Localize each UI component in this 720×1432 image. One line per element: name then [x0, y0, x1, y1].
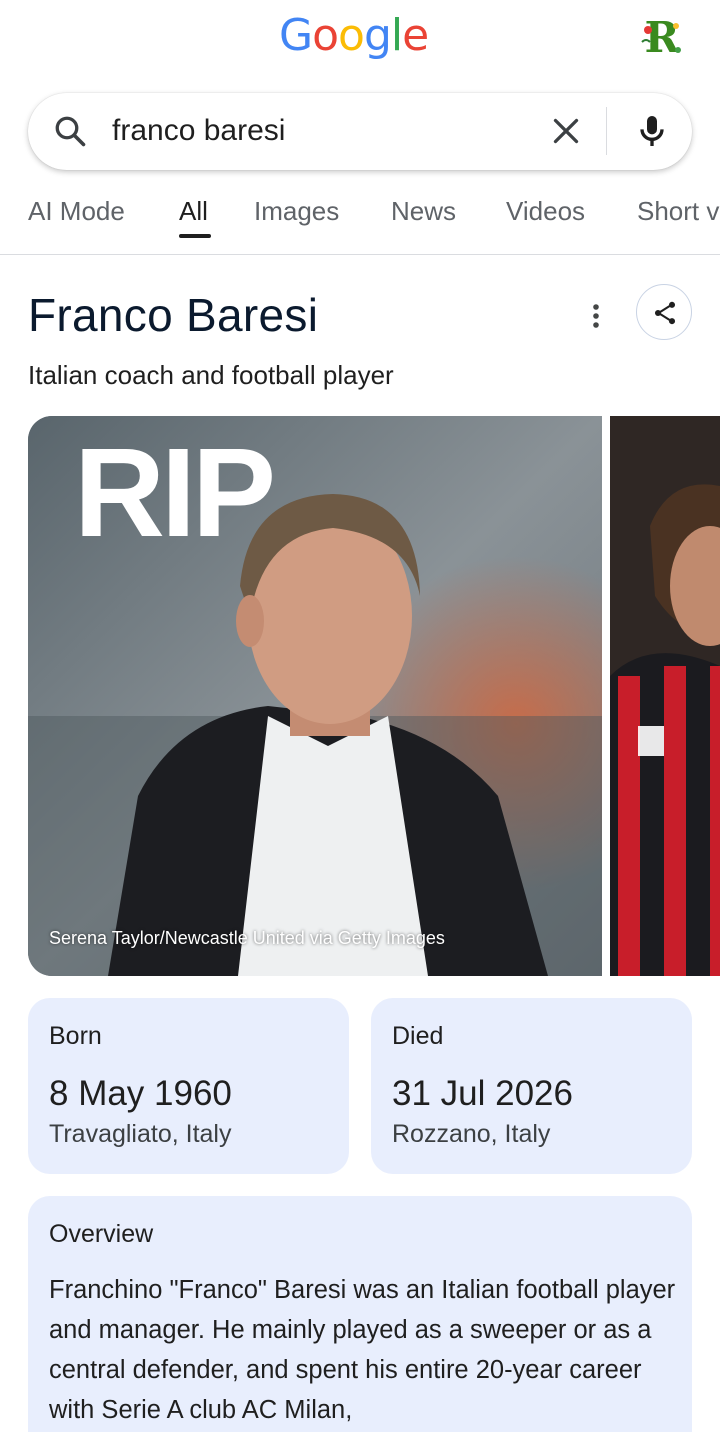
share-button[interactable]	[636, 284, 692, 340]
close-icon[interactable]	[548, 113, 584, 149]
more-vertical-icon[interactable]	[580, 296, 612, 336]
entity-subtitle: Italian coach and football player	[28, 360, 394, 390]
overview-text: Franchino "Franco" Baresi was an Italian…	[49, 1276, 676, 1424]
microphone-icon[interactable]	[632, 111, 672, 151]
logo-letter: o	[312, 10, 339, 61]
tab-news[interactable]: News	[391, 196, 456, 227]
logo-letter: G	[279, 10, 313, 61]
logo-letter: e	[402, 10, 429, 61]
rip-overlay-text: RIP	[74, 422, 276, 563]
search-input[interactable]	[112, 109, 532, 153]
logo-letter: g	[363, 10, 392, 61]
overview-label: Overview	[49, 1220, 154, 1248]
google-logo[interactable]: Google	[279, 10, 429, 61]
entity-title: Franco Baresi	[28, 289, 319, 341]
search-box[interactable]	[28, 93, 692, 170]
died-card[interactable]: Died 31 Jul 2026 Rozzano, Italy	[371, 998, 692, 1174]
tab-short-videos[interactable]: Short v	[637, 196, 719, 227]
overview-card[interactable]: Overview Franchino "Franco" Baresi was a…	[28, 1196, 692, 1432]
header: Google R	[0, 0, 720, 80]
born-label: Born	[49, 1022, 102, 1050]
born-card[interactable]: Born 8 May 1960 Travagliato, Italy	[28, 998, 349, 1174]
died-place[interactable]: Rozzano, Italy	[392, 1120, 550, 1149]
account-avatar[interactable]: R	[636, 12, 688, 64]
tab-images[interactable]: Images	[254, 196, 339, 227]
active-tab-indicator	[179, 234, 211, 238]
born-date: 8 May 1960	[49, 1074, 232, 1113]
search-divider	[606, 107, 607, 155]
tab-all[interactable]: All	[179, 196, 208, 227]
logo-letter: l	[390, 10, 403, 61]
search-tabs: AI Mode All Images News Videos Short v	[0, 188, 720, 254]
died-label: Died	[392, 1022, 444, 1050]
search-icon[interactable]	[52, 113, 88, 149]
image-credit: Serena Taylor/Newcastle United via Getty…	[49, 928, 445, 948]
logo-letter: o	[338, 10, 365, 61]
avatar-decoration	[641, 23, 681, 53]
entity-image-main[interactable]: RIP Serena Taylor/Newcastle United via G…	[28, 416, 602, 976]
jersey-illustration	[610, 416, 720, 976]
born-place[interactable]: Travagliato, Italy	[49, 1120, 231, 1149]
tab-videos[interactable]: Videos	[506, 196, 585, 227]
tabs-divider	[0, 254, 720, 255]
tab-ai-mode[interactable]: AI Mode	[28, 196, 125, 227]
died-date: 31 Jul 2026	[392, 1074, 573, 1113]
entity-image-secondary[interactable]	[610, 416, 720, 976]
share-icon	[654, 301, 676, 325]
